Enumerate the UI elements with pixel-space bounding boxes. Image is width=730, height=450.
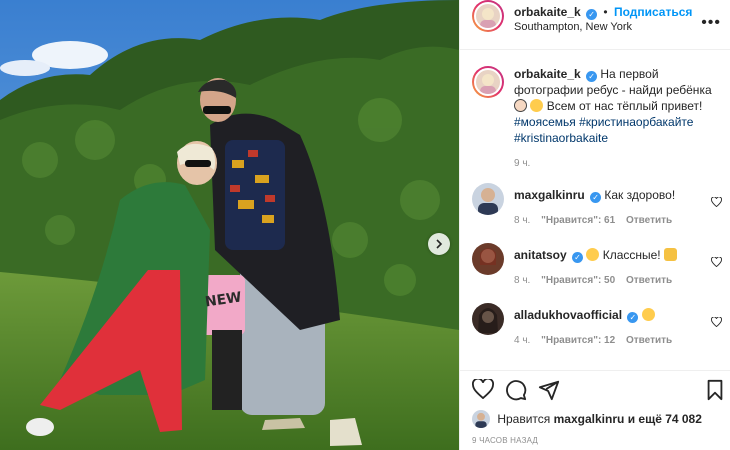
- verified-icon: ✓: [586, 9, 598, 20]
- verified-icon: ✓: [590, 192, 602, 203]
- reply-button[interactable]: Ответить: [626, 215, 672, 226]
- verified-icon: ✓: [586, 71, 598, 82]
- hashtag-link[interactable]: #кристинаорбакайте: [579, 115, 693, 129]
- likes-prefix: Нравится: [497, 412, 551, 426]
- clap-emoji-icon: [664, 248, 677, 261]
- author-avatar[interactable]: [472, 0, 504, 32]
- caption-time[interactable]: 9 ч.: [514, 156, 719, 172]
- caption-avatar[interactable]: [472, 66, 504, 98]
- heart-icon[interactable]: [711, 197, 722, 207]
- caption-text-2: Всем от нас тёплый привет!: [546, 99, 703, 113]
- comment-icon[interactable]: [505, 379, 527, 401]
- woman-emoji-icon: [514, 99, 527, 112]
- smile-emoji-icon: [530, 99, 544, 112]
- caption-username[interactable]: orbakaite_k: [514, 67, 581, 81]
- comment-likes[interactable]: "Нравится": 12: [541, 335, 615, 346]
- comment-avatar[interactable]: [472, 243, 504, 275]
- verified-icon: ✓: [572, 252, 584, 263]
- reply-button[interactable]: Ответить: [626, 275, 672, 286]
- post-location[interactable]: Southampton, New York: [514, 21, 632, 33]
- verified-icon: ✓: [627, 312, 639, 323]
- comment-username[interactable]: maxgalkinru: [514, 188, 585, 202]
- comment-username[interactable]: anitatsoy: [514, 248, 567, 262]
- reply-button[interactable]: Ответить: [626, 335, 672, 346]
- comment-item: alladukhovaofficial ✓ 4 ч. "Нравится": 1…: [472, 303, 722, 353]
- comment-avatar[interactable]: [472, 303, 504, 335]
- hashtag-link[interactable]: #моясемья: [514, 115, 576, 129]
- share-icon[interactable]: [538, 379, 560, 401]
- action-bar: [460, 370, 730, 410]
- heart-icon[interactable]: [711, 257, 722, 267]
- comment-text: Как здорово!: [604, 188, 676, 202]
- likes-summary: Нравится maxgalkinru и ещё 74 082: [472, 410, 702, 428]
- comment-text: Классные!: [602, 248, 661, 262]
- comment-item: anitatsoy ✓ Классные! 8 ч. "Нравится": 5…: [472, 243, 722, 293]
- heart-icon[interactable]: [711, 317, 722, 327]
- photo-image: [0, 0, 459, 450]
- comment-likes[interactable]: "Нравится": 50: [541, 275, 615, 286]
- more-icon[interactable]: •••: [701, 14, 721, 32]
- posted-time[interactable]: 9 ЧАСОВ НАЗАД: [472, 436, 538, 445]
- author-username[interactable]: orbakaite_k: [514, 5, 581, 19]
- comment-time[interactable]: 8 ч.: [514, 215, 530, 226]
- likes-count[interactable]: и ещё 74 082: [628, 412, 702, 426]
- post-header: orbakaite_k ✓ • Подписаться Southampton,…: [460, 0, 730, 50]
- liker-username[interactable]: maxgalkinru: [554, 412, 625, 426]
- smile-emoji-icon: [641, 308, 655, 321]
- post-photo[interactable]: NEW: [0, 0, 459, 450]
- next-arrow-icon: [436, 239, 443, 249]
- post-sidebar: orbakaite_k ✓ • Подписаться Southampton,…: [459, 0, 730, 450]
- next-photo-button[interactable]: [428, 233, 450, 255]
- hashtag-link[interactable]: #kristinaorbakaite: [514, 131, 608, 145]
- comment-time[interactable]: 4 ч.: [514, 335, 530, 346]
- comment-username[interactable]: alladukhovaofficial: [514, 308, 622, 322]
- comment-avatar[interactable]: [472, 183, 504, 215]
- comment-item: maxgalkinru ✓ Как здорово! 8 ч. "Нравитс…: [472, 183, 722, 233]
- follow-button[interactable]: Подписаться: [614, 5, 692, 19]
- comment-time[interactable]: 8 ч.: [514, 275, 530, 286]
- bookmark-icon[interactable]: [706, 379, 724, 401]
- like-heart-icon[interactable]: [472, 379, 494, 399]
- liker-avatar[interactable]: [472, 410, 490, 428]
- comment-likes[interactable]: "Нравится": 61: [541, 215, 615, 226]
- laugh-emoji-icon: [586, 248, 600, 261]
